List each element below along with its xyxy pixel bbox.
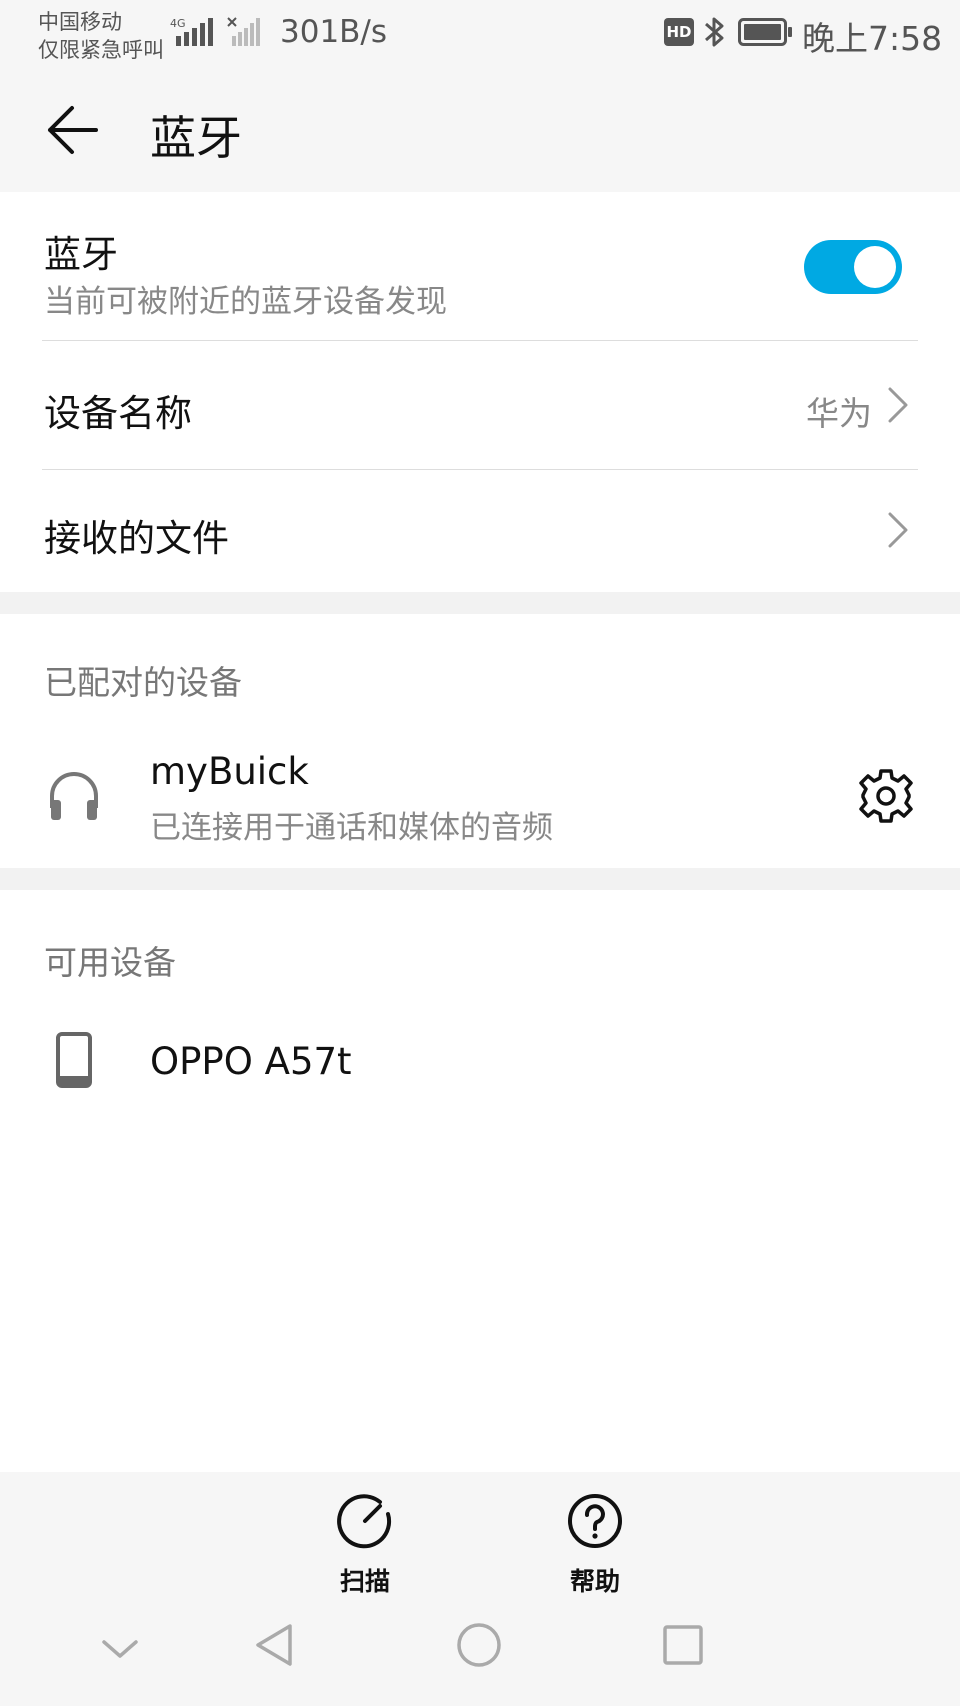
received-files-label: 接收的文件 <box>44 517 229 560</box>
bluetooth-visibility-text: 当前可被附近的蓝牙设备发现 <box>44 284 447 320</box>
network-speed: 301B/s <box>280 14 388 50</box>
bluetooth-switch[interactable] <box>804 240 902 294</box>
scan-button[interactable]: 扫描 <box>324 1492 406 1598</box>
bottom-action-bar: 扫描 帮助 <box>0 1472 960 1706</box>
chevron-down-icon[interactable] <box>100 1636 140 1662</box>
page-title: 蓝牙 <box>150 111 242 165</box>
carrier-name: 中国移动 <box>38 10 122 34</box>
available-devices-header: 可用设备 <box>44 943 176 982</box>
chevron-right-icon <box>888 512 908 548</box>
paired-device-name: myBuick <box>150 750 309 793</box>
arrow-left-icon <box>48 106 98 154</box>
device-name-row[interactable]: 设备名称 华为 <box>0 341 960 469</box>
section-gap <box>0 868 960 890</box>
carrier-status: 仅限紧急呼叫 <box>38 38 164 62</box>
section-gap <box>0 592 960 614</box>
paired-device-item[interactable]: myBuick 已连接用于通话和媒体的音频 <box>0 730 960 868</box>
paired-devices-header: 已配对的设备 <box>44 663 242 702</box>
available-device-item[interactable]: OPPO A57t <box>0 1000 960 1126</box>
phone-icon <box>56 1032 92 1088</box>
available-devices-section: 可用设备 <box>0 890 960 1472</box>
help-icon <box>568 1494 622 1548</box>
headphones-icon <box>50 772 98 820</box>
status-bar: 中国移动 仅限紧急呼叫 4G 301B/s HD 晚上7:58 <box>0 0 960 66</box>
back-button[interactable] <box>44 100 104 160</box>
switch-knob <box>854 246 896 288</box>
scan-icon <box>337 1494 392 1549</box>
signal-4g-icon: 4G <box>170 17 213 46</box>
nav-back-icon[interactable] <box>254 1622 294 1668</box>
available-device-name: OPPO A57t <box>150 1040 352 1083</box>
gear-icon[interactable] <box>858 768 914 824</box>
device-name-label: 设备名称 <box>44 392 192 435</box>
scan-label: 扫描 <box>339 1567 390 1596</box>
app-bar: 蓝牙 <box>0 66 960 192</box>
signal-no-sim-icon <box>227 17 260 46</box>
received-files-row[interactable]: 接收的文件 <box>0 470 960 592</box>
chevron-right-icon <box>888 387 908 423</box>
hd-icon: HD <box>664 18 694 46</box>
bluetooth-status-icon <box>705 17 724 47</box>
device-name-value: 华为 <box>806 394 872 433</box>
nav-home-icon[interactable] <box>456 1622 502 1668</box>
nav-recents-icon[interactable] <box>662 1624 704 1666</box>
paired-device-status: 已连接用于通话和媒体的音频 <box>150 810 553 846</box>
network-type-label: 4G <box>170 17 186 30</box>
help-button[interactable]: 帮助 <box>554 1492 636 1598</box>
help-label: 帮助 <box>569 1567 620 1596</box>
battery-icon <box>738 18 792 46</box>
status-time: 晚上7:58 <box>802 19 943 58</box>
bluetooth-row-title: 蓝牙 <box>44 233 118 276</box>
